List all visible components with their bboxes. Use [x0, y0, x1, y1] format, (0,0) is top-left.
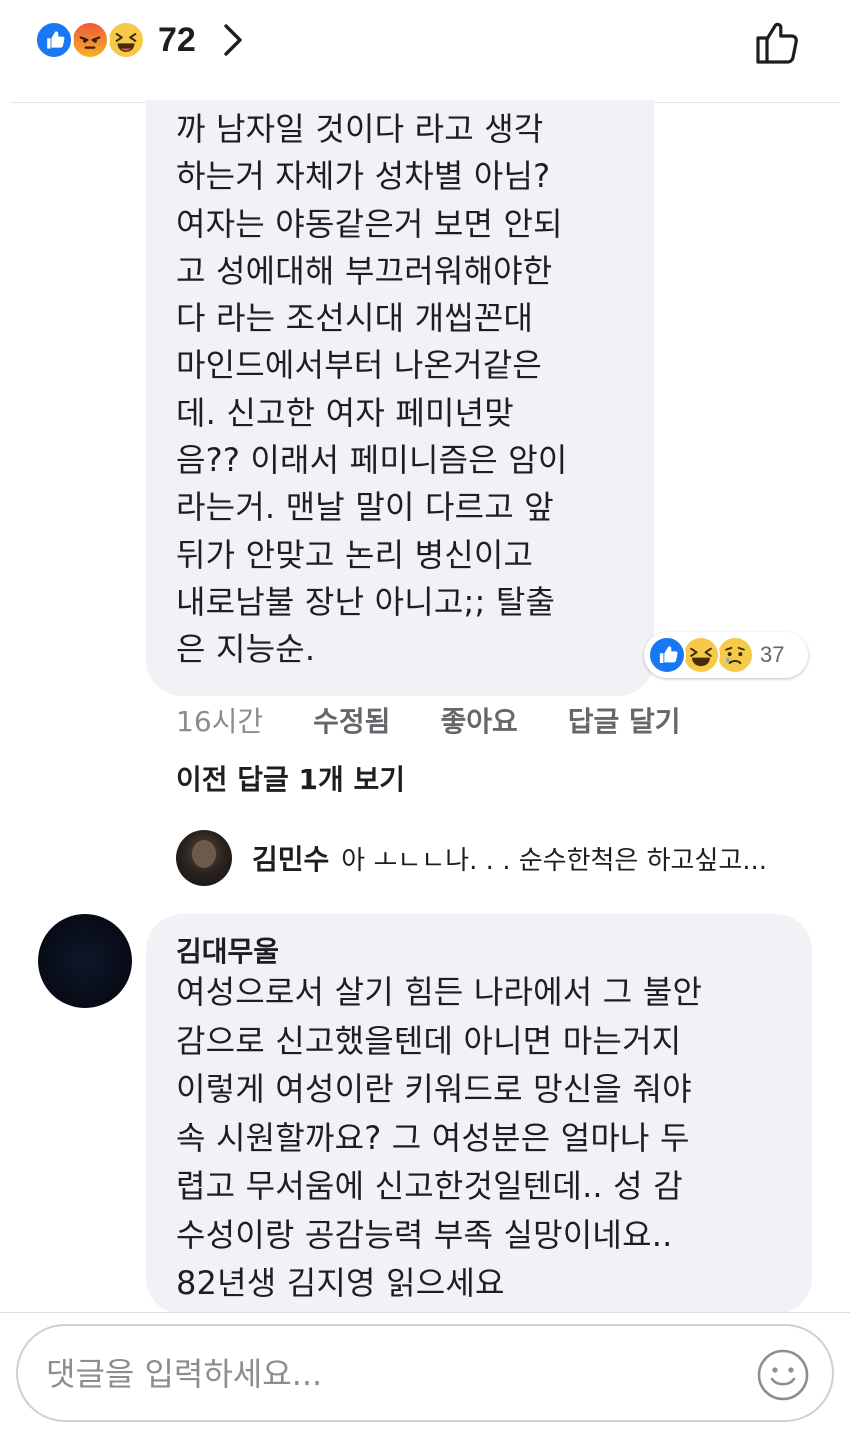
like-icon	[648, 636, 686, 674]
comment-composer	[16, 1324, 834, 1422]
haha-icon	[106, 20, 146, 60]
comment-bubble[interactable]: 김대무울 여성으로서 살기 힘든 나라에서 그 불안 감으로 신고했을텐데 아니…	[146, 914, 812, 1314]
like-link[interactable]: 좋아요	[440, 700, 517, 740]
like-icon	[34, 20, 74, 60]
comment-reaction-summary[interactable]: 37	[644, 632, 808, 678]
reaction-summary[interactable]: 72	[34, 20, 244, 60]
comment-text: 여성으로서 살기 힘든 나라에서 그 불안 감으로 신고했을텐데 아니면 마는거…	[176, 973, 703, 1302]
smiley-icon[interactable]	[756, 1348, 810, 1402]
sad-icon	[716, 636, 754, 674]
comment-text: 까 남자일 것이다 라고 생각 하는거 자체가 성차별 아님? 여자는 야동같은…	[176, 110, 568, 669]
comment-bubble[interactable]: 까 남자일 것이다 라고 생각 하는거 자체가 성차별 아님? 여자는 야동같은…	[146, 100, 654, 696]
reply-author[interactable]: 김민수	[252, 838, 329, 878]
view-previous-replies-link[interactable]: 이전 답글 1개 보기	[176, 758, 405, 798]
comment-input[interactable]	[46, 1352, 726, 1396]
comment-author[interactable]: 김대무울	[176, 930, 279, 970]
reply-link[interactable]: 답글 달기	[568, 700, 681, 740]
edited-label[interactable]: 수정됨	[313, 700, 390, 740]
comment-reaction-count: 37	[760, 642, 785, 667]
reply-snippet: 아 ㅗㄴㄴ나. . . 순수한척은 하고싶고...	[341, 845, 768, 876]
haha-icon	[682, 636, 720, 674]
post-header: 72	[0, 0, 850, 100]
avatar[interactable]	[176, 830, 232, 886]
thumbs-up-outline-icon[interactable]	[750, 14, 806, 70]
comment-meta: 16시간 수정됨 좋아요 답글 달기	[176, 700, 731, 740]
avatar[interactable]	[38, 914, 132, 1008]
chevron-right-icon[interactable]	[222, 23, 244, 57]
reaction-count: 72	[158, 20, 196, 59]
angry-icon	[70, 20, 110, 60]
reply-preview[interactable]: 김민수 아 ㅗㄴㄴ나. . . 순수한척은 하고싶고...	[176, 828, 836, 888]
comment-time: 16시간	[176, 705, 264, 738]
